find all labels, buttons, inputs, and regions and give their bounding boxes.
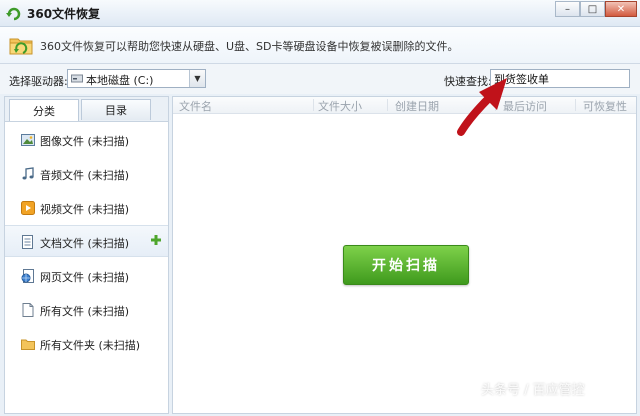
close-button[interactable]: ✕ (605, 1, 637, 17)
folder-icon (21, 339, 35, 350)
start-scan-button[interactable]: 开始扫描 (343, 245, 469, 285)
minimize-button[interactable]: – (555, 1, 580, 17)
info-bar: 360文件恢复可以帮助您快速从硬盘、U盘、SD卡等硬盘设备中恢复被误删除的文件。 (0, 27, 640, 64)
column-header-filename[interactable]: 文件名 (179, 98, 212, 114)
category-item-webpage[interactable]: 网页文件 (未扫描) (5, 261, 168, 291)
category-label-document: 文档文件 (未扫描) (40, 237, 130, 250)
category-label-audio: 音频文件 (未扫描) (40, 169, 130, 182)
drive-row: 选择驱动器: 本地磁盘 (C:) ▼ 快速查找: (0, 64, 640, 94)
category-item-all-folders[interactable]: 所有文件夹 (未扫描) (5, 329, 168, 359)
category-item-document[interactable]: 文档文件 (未扫描) (5, 225, 168, 257)
folder-restore-icon (9, 38, 33, 55)
file-list-header: 文件名 文件大小 创建日期 最后访问 可恢复性 (173, 97, 636, 114)
column-separator (313, 99, 314, 111)
annotation-arrow-icon (457, 78, 507, 136)
column-separator (387, 99, 388, 111)
file-list-panel: 文件名 文件大小 创建日期 最后访问 可恢复性 开始扫描 头条号 / 百应管控 (172, 96, 637, 414)
category-tabs: 分类 目录 (5, 97, 168, 122)
category-item-audio[interactable]: 音频文件 (未扫描) (5, 159, 168, 189)
category-label-image: 图像文件 (未扫描) (40, 135, 130, 148)
column-header-recoverability[interactable]: 可恢复性 (583, 98, 627, 114)
app-logo-icon (6, 7, 21, 21)
column-separator (575, 99, 576, 111)
tab-category[interactable]: 分类 (9, 99, 79, 121)
info-text: 360文件恢复可以帮助您快速从硬盘、U盘、SD卡等硬盘设备中恢复被误删除的文件。 (40, 40, 459, 53)
category-label-all-folders: 所有文件夹 (未扫描) (40, 339, 141, 352)
category-label-video: 视频文件 (未扫描) (40, 203, 130, 216)
document-icon (22, 235, 33, 249)
image-icon (21, 134, 35, 146)
category-item-all-files[interactable]: 所有文件 (未扫描) (5, 295, 168, 325)
file-icon (22, 303, 34, 317)
category-label-all-files: 所有文件 (未扫描) (40, 305, 130, 318)
maximize-button[interactable]: □ (580, 1, 605, 17)
category-label-webpage: 网页文件 (未扫描) (40, 271, 130, 284)
drive-label: 选择驱动器: (9, 75, 68, 88)
drive-selected-value: 本地磁盘 (C:) (86, 74, 154, 87)
window-title: 360文件恢复 (27, 7, 101, 21)
category-panel: 分类 目录 图像文件 (未扫描) 音频文件 (未扫描) 视频文件 (未扫描) 文… (4, 96, 169, 414)
column-header-size[interactable]: 文件大小 (318, 98, 362, 114)
webpage-icon (21, 269, 34, 283)
column-header-created[interactable]: 创建日期 (395, 98, 439, 114)
category-item-image[interactable]: 图像文件 (未扫描) (5, 125, 168, 155)
add-icon[interactable] (151, 235, 161, 245)
app-window: 360文件恢复 – □ ✕ 360文件恢复可以帮助您快速从硬盘、U盘、SD卡等硬… (0, 0, 640, 416)
title-bar: 360文件恢复 – □ ✕ (0, 0, 640, 27)
tab-directory[interactable]: 目录 (81, 99, 151, 120)
chevron-down-icon[interactable]: ▼ (189, 70, 205, 87)
hard-drive-icon (71, 74, 83, 83)
music-icon (22, 167, 34, 180)
drive-select[interactable]: 本地磁盘 (C:) ▼ (67, 69, 206, 88)
watermark-text: 头条号 / 百应管控 (481, 383, 585, 398)
category-item-video[interactable]: 视频文件 (未扫描) (5, 193, 168, 223)
video-icon (21, 201, 35, 215)
